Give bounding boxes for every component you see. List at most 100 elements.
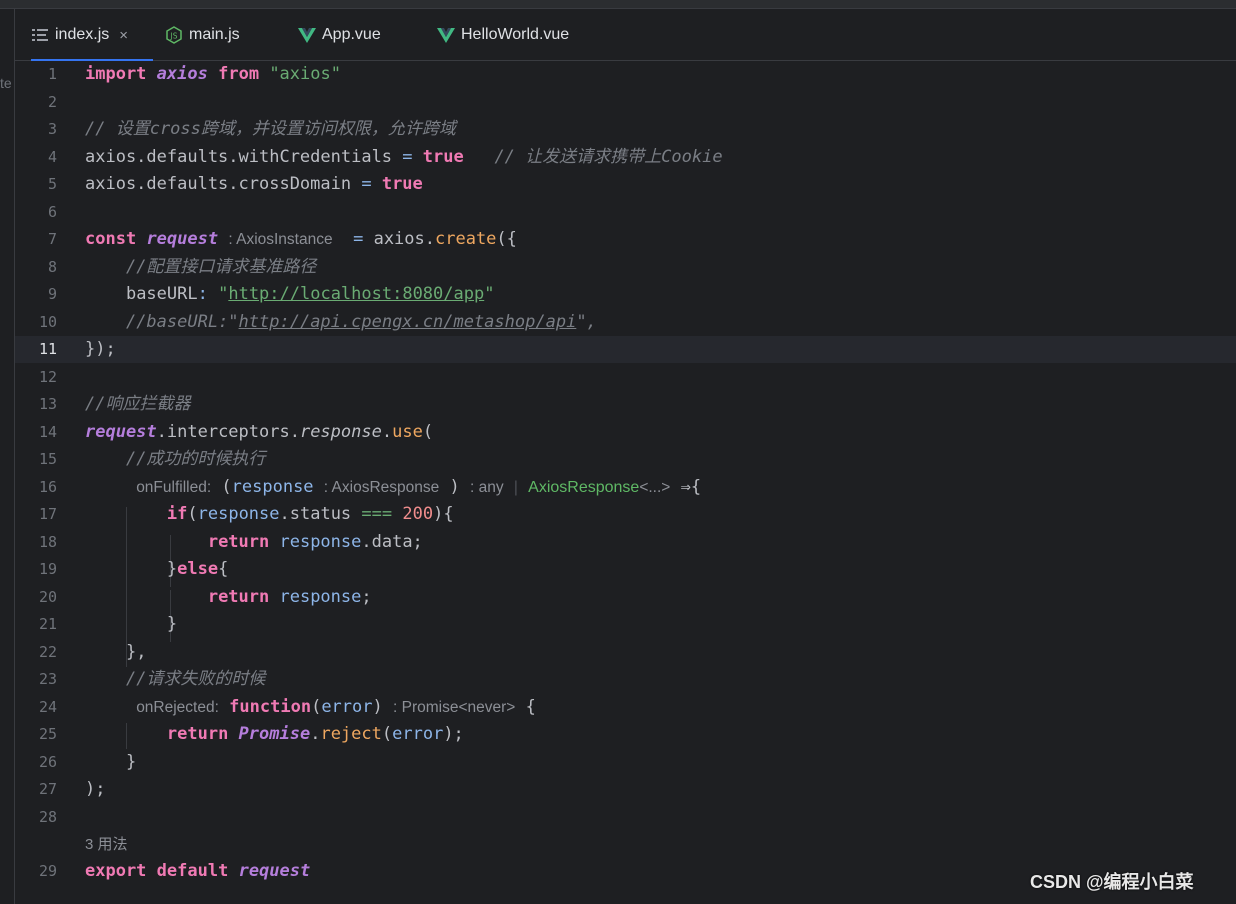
code-line: 2 — [15, 89, 1236, 116]
code-line: 19 }else{ — [15, 556, 1236, 583]
keyword: true — [381, 174, 423, 194]
keyword: true — [422, 146, 464, 167]
punctuation: : — [197, 284, 219, 304]
code-line: 5 axios.defaults.crossDomain = true — [15, 171, 1236, 198]
keyword: export — [85, 861, 147, 881]
tab-helloworld-vue[interactable]: HelloWorld.vue — [437, 9, 569, 61]
string-literal: "axios" — [269, 64, 341, 84]
punctuation: ){ — [433, 504, 454, 524]
code-line-current: 11 }); — [15, 336, 1236, 363]
keyword: const — [85, 229, 137, 249]
line-number: 16 — [38, 477, 57, 496]
code-text: baseURL: "http://localhost:8080/app" — [85, 281, 495, 308]
code-text: // 设置cross跨域，并设置访问权限，允许跨域 — [85, 116, 456, 143]
tab-index-js[interactable]: index.js × — [31, 9, 153, 62]
code-line: 23 //请求失败的时候 — [15, 666, 1236, 693]
type-hint: <...> — [639, 478, 671, 496]
tab-label: HelloWorld.vue — [461, 26, 570, 43]
code-text: onRejected: function(error) : Promise<ne… — [85, 694, 536, 721]
keyword: from — [218, 64, 260, 84]
function-name: create — [435, 229, 497, 249]
code-line: 20 return response; — [15, 584, 1236, 611]
line-number: 24 — [38, 697, 57, 716]
line-number: 10 — [38, 312, 57, 331]
tab-label: main.js — [189, 26, 240, 43]
operator: = — [392, 146, 423, 167]
project-panel-fragment: te — [0, 75, 12, 91]
parameter-hint: onFulfilled: — [136, 478, 212, 496]
line-number: 5 — [47, 175, 57, 193]
code-text: //配置接口请求基准路径 — [85, 254, 316, 281]
code-line: 8 //配置接口请求基准路径 — [15, 254, 1236, 281]
punctuation: ⇒{ — [670, 476, 702, 497]
punctuation: ) — [449, 476, 460, 497]
svg-text:JS: JS — [170, 32, 178, 41]
usages-hint[interactable]: 3 用法 — [85, 831, 128, 858]
code-text: } — [85, 749, 136, 776]
code-editor[interactable]: 1 import axios from "axios" 2 3 // 设置cro… — [15, 61, 1236, 904]
code-line: 24 onRejected: function(error) : Promise… — [15, 694, 1236, 721]
code-line: 3 // 设置cross跨域，并设置访问权限，允许跨域 — [15, 116, 1236, 143]
punctuation: { — [218, 559, 229, 579]
close-icon[interactable]: × — [119, 27, 128, 44]
comment: //成功的时候执行 — [125, 449, 266, 469]
line-number: 4 — [47, 147, 57, 166]
code-line: 22 }, — [15, 639, 1236, 666]
type-hint: : AxiosResponse — [323, 478, 440, 496]
line-number: 8 — [47, 257, 57, 276]
line-number: 25 — [38, 725, 57, 743]
type-hint: : any — [470, 478, 504, 496]
line-number: 21 — [38, 615, 57, 633]
code-line: 16 onFulfilled: (response : AxiosRespons… — [15, 474, 1236, 501]
code-text: }, — [85, 639, 146, 666]
code-text: request.interceptors.response.use( — [85, 419, 433, 446]
punctuation: } — [125, 751, 137, 772]
line-number: 17 — [38, 505, 57, 523]
string-quote: " — [484, 284, 495, 304]
tab-main-js[interactable]: JS main.js — [165, 9, 240, 61]
line-number: 3 — [47, 120, 57, 138]
operator: = — [342, 229, 374, 249]
code-line: 18 return response.data; — [15, 529, 1236, 556]
line-number: 28 — [38, 807, 57, 826]
parameter-hint: onRejected: — [136, 698, 219, 716]
code-line: 13 //响应拦截器 — [15, 391, 1236, 418]
code-text: //baseURL:"http://api.cpengx.cn/metashop… — [85, 309, 597, 336]
code-text: } — [85, 611, 177, 638]
code-text: }else{ — [85, 556, 228, 583]
parameter: response — [269, 531, 362, 552]
parameter: response — [231, 476, 314, 497]
identifier: request — [146, 229, 219, 249]
url-link[interactable]: http://api.cpengx.cn/metashop/api — [239, 312, 577, 332]
line-number: 27 — [38, 780, 57, 798]
punctuation: ( — [221, 476, 232, 497]
vue-icon — [437, 26, 455, 44]
code-line: 17 if(response.status === 200){ — [15, 501, 1236, 528]
tab-app-vue[interactable]: App.vue — [298, 9, 381, 61]
list-file-icon — [31, 26, 49, 44]
code-text: import axios from "axios" — [85, 61, 341, 88]
function-name: use — [392, 421, 423, 442]
code-line: 1 import axios from "axios" — [15, 61, 1236, 88]
code-text: return response; — [85, 584, 372, 611]
code-text: }); — [85, 336, 116, 363]
code-text: //请求失败的时候 — [85, 666, 265, 693]
comment: // 让发送请求携带上Cookie — [494, 146, 723, 167]
code-line: 10 //baseURL:"http://api.cpengx.cn/metas… — [15, 309, 1236, 336]
function-name: reject — [320, 724, 382, 744]
punctuation: ); — [443, 724, 464, 744]
code-text: if(response.status === 200){ — [85, 501, 454, 528]
line-number: 13 — [38, 395, 57, 413]
identifier: Promise — [228, 724, 311, 744]
line-number: 20 — [38, 587, 57, 606]
punctuation: ); — [85, 779, 106, 799]
punctuation: ( — [422, 421, 434, 442]
punctuation: }, — [125, 641, 147, 662]
project-panel-edge: te — [0, 9, 15, 904]
property-key: baseURL — [125, 284, 198, 304]
keyword: default — [156, 861, 229, 881]
code-text: axios.defaults.crossDomain = true — [85, 171, 423, 198]
comment: //配置接口请求基准路径 — [125, 256, 317, 277]
url-link[interactable]: http://localhost:8080/app — [228, 284, 484, 304]
code-line: 28 — [15, 804, 1236, 831]
